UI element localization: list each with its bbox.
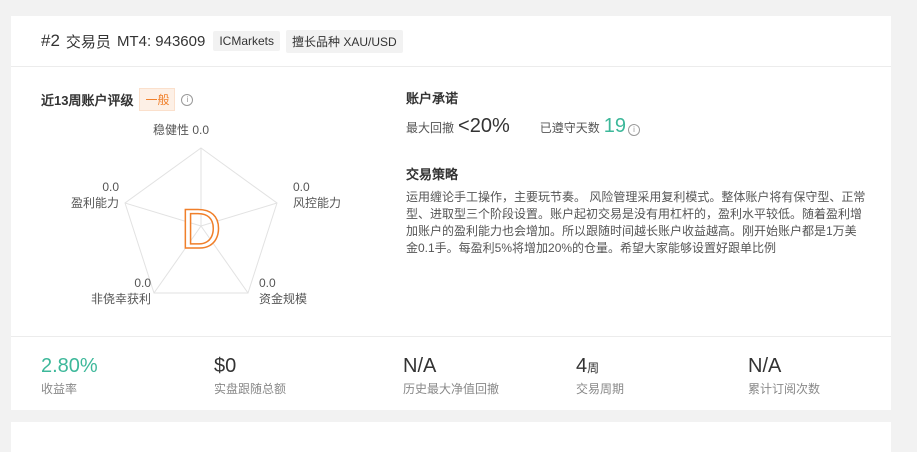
stat-label: 交易周期	[576, 382, 625, 396]
stat-label: 实盘跟随总额	[214, 382, 287, 396]
strategy-title: 交易策略	[406, 167, 459, 182]
stat-value: N/A	[748, 355, 782, 377]
days-info-icon[interactable]: i	[628, 124, 640, 136]
stat-follow-total: $0 实盘跟随总额	[214, 355, 286, 397]
trader-label: 交易员	[65, 33, 111, 51]
stat-max-drawdown: N/A 历史最大净值回撤	[403, 355, 499, 397]
rating-section: 近13周账户评级 一般 i	[41, 88, 194, 111]
info-icon[interactable]: i	[181, 93, 194, 106]
mt4-account: MT4: 943609	[116, 32, 206, 50]
trader-card: #2 交易员 MT4: 943609 ICMarkets 擅长品种 XAU/US…	[11, 16, 891, 410]
stat-value: 2.80%	[41, 355, 98, 377]
broker-tag: ICMarkets	[213, 31, 281, 51]
rating-badge: 一般	[139, 88, 176, 111]
stat-label: 收益率	[41, 382, 78, 396]
axis-label-risk-control: 0.0 风控能力	[293, 180, 342, 210]
max-drawdown-value: <20%	[458, 115, 510, 137]
commitment-title: 账户承诺	[406, 91, 459, 106]
commitment-row: 最大回撤 <20% 已遵守天数 19 i	[406, 115, 866, 138]
max-drawdown-label: 最大回撤	[406, 121, 455, 135]
stat-value: N/A	[403, 355, 437, 377]
stat-value: 4周	[576, 355, 600, 377]
stat-return: 2.80% 收益率	[41, 355, 98, 397]
radar-chart: D 稳健性 0.0 0.0 风控能力 0.0 资金规模 0.0 非侥幸获利 0.…	[41, 116, 361, 326]
grade-letter: D	[181, 197, 221, 260]
rating-title: 近13周账户评级 一般 i	[41, 88, 194, 111]
axis-label-capital-scale: 0.0 资金规模	[259, 276, 308, 306]
stat-label: 历史最大净值回撤	[403, 382, 500, 396]
strategy-section: 交易策略 运用缠论手工操作，主要玩节奏。 风险管理采用复利模式。整体账户将有保守…	[406, 164, 866, 257]
stats-bar: 2.80% 收益率 $0 实盘跟随总额 N/A 历史最大净值回撤 4周 交易周期…	[11, 336, 891, 411]
stat-value: $0	[214, 355, 237, 377]
product-tag: 擅长品种 XAU/USD	[286, 29, 403, 53]
rank-number: #2	[41, 31, 60, 50]
axis-label-profitability: 0.0 盈利能力	[71, 180, 120, 210]
next-card-partial	[11, 422, 891, 452]
rating-title-text: 近13周账户评级	[41, 93, 134, 108]
axis-label-stability: 稳健性 0.0	[153, 123, 210, 137]
card-header: #2 交易员 MT4: 943609 ICMarkets 擅长品种 XAU/US…	[11, 16, 891, 67]
axis-label-non-luck-profit: 0.0 非侥幸获利	[91, 276, 152, 306]
radar-svg: D	[124, 147, 278, 294]
strategy-text: 运用缠论手工操作，主要玩节奏。 风险管理采用复利模式。整体账户将有保守型、正常型…	[406, 190, 866, 255]
stat-trade-period: 4周 交易周期	[576, 355, 624, 397]
commitment-section: 账户承诺 最大回撤 <20% 已遵守天数 19 i 交易策略 运用缠论手工操作，…	[406, 88, 866, 257]
stat-label: 累计订阅次数	[748, 382, 821, 396]
days-value: 19	[603, 115, 626, 137]
days-label: 已遵守天数	[539, 121, 600, 135]
stat-subscriptions: N/A 累计订阅次数	[748, 355, 820, 397]
